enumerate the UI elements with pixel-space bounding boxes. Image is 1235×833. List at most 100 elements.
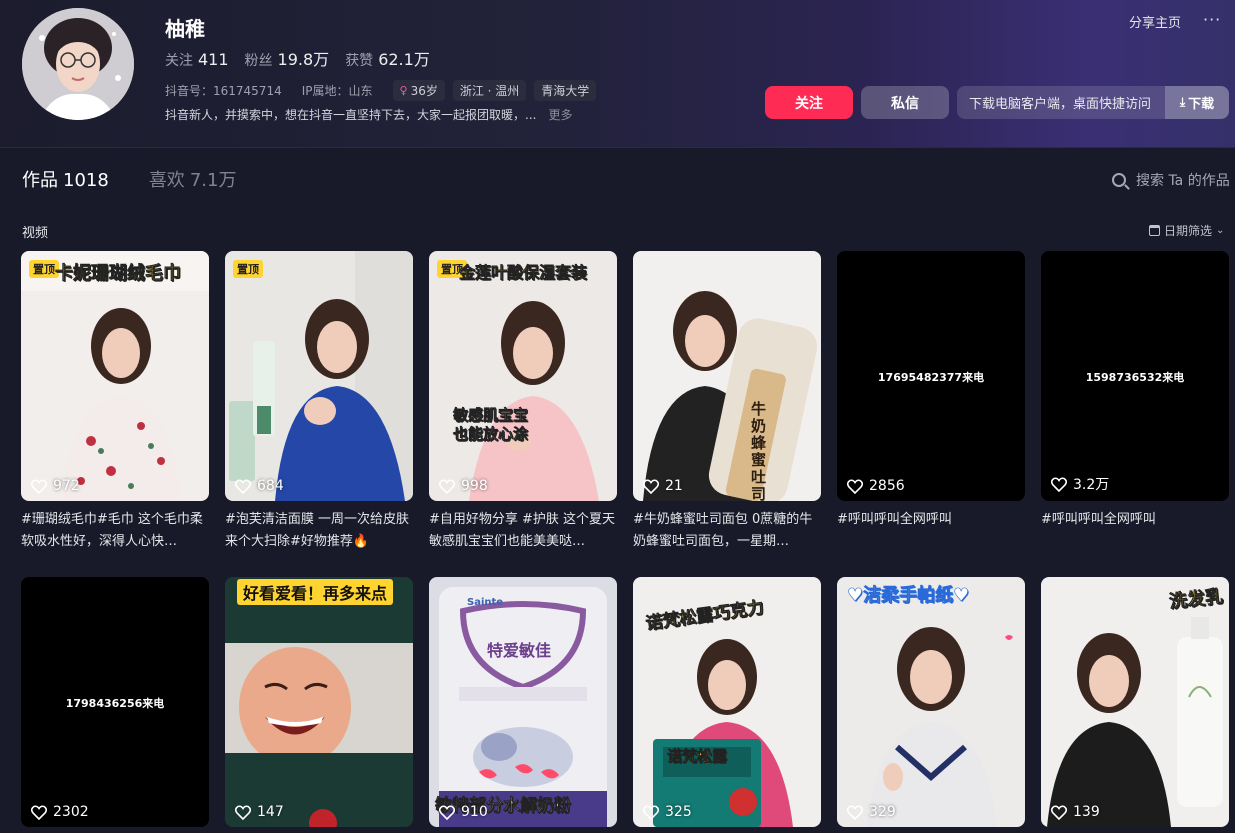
download-button[interactable]: ⤓ 下载 [1165,86,1229,119]
video-card[interactable]: 置顶 金莲叶酸保湿套装 敏感肌宝宝 也能放心涂 998 #自用好物分享 #护肤 … [429,251,617,577]
video-thumbnail[interactable]: ♥洁柔手帕纸♥ 329 [837,577,1025,827]
tab-likes[interactable]: 喜欢 7.1万 [149,166,237,192]
download-client-banner: 下载电脑客户端，桌面快捷访问 ⤓ 下载 [957,86,1229,119]
video-thumbnail[interactable]: 1798436256来电 2302 [21,577,209,827]
tab-works[interactable]: 作品 1018 [22,166,109,192]
like-count-value: 139 [1073,804,1100,820]
video-card[interactable]: 诺梵松露巧克力 诺梵松露 325 [633,577,821,827]
stat-followers[interactable]: 粉丝 19.8万 [245,46,330,70]
video-banner-text: 卡妮珊瑚绒毛巾 [55,263,182,285]
tag-age: ♀ 36岁 [392,80,445,101]
video-thumbnail[interactable]: 置顶 684 [225,251,413,501]
profile-bio: 抖音新人，并摸索中，想在抖音一直坚持下去，大家一起报团取暖，... 更多 [165,106,572,123]
like-count: 972 [31,478,80,494]
video-card[interactable]: 置顶 684 #泡芙清洁面膜 一周一次给皮肤来个大扫除#好物推荐🔥 [225,251,413,577]
video-card[interactable]: 好看爱看！再多来点 147 [225,577,413,827]
brand-label: Sainte [467,597,504,608]
video-thumbnail[interactable]: 17695482377来电 2856 [837,251,1025,501]
heart-icon [1051,476,1067,492]
like-count-value: 910 [461,804,488,820]
video-thumbnail[interactable]: 诺梵松露巧克力 诺梵松露 325 [633,577,821,827]
avatar[interactable] [22,8,134,120]
video-card[interactable]: 1598736532来电 3.2万 #呼叫呼叫全网呼叫 [1041,251,1229,577]
video-banner-text: 好看爱看！再多来点 [237,579,394,605]
video-thumbnail[interactable]: 置顶 卡妮珊瑚绒毛巾 972 [21,251,209,501]
female-icon: ♀ [399,84,408,97]
download-label: 下载 [1188,97,1215,112]
like-count: 325 [643,804,692,820]
video-overlay-text: 敏感肌宝宝 也能放心涂 [453,406,529,444]
share-home-button[interactable]: 分享主页 [1129,12,1181,31]
like-count-value: 3.2万 [1073,477,1110,493]
stat-value: 411 [198,50,229,69]
video-card[interactable]: ♥洁柔手帕纸♥ 329 [837,577,1025,827]
video-grid: 置顶 卡妮珊瑚绒毛巾 972 #珊瑚绒毛巾#毛巾 这个毛巾柔软吸水性好，深得人心… [21,251,1229,827]
video-caption[interactable]: #泡芙清洁面膜 一周一次给皮肤来个大扫除#好物推荐🔥 [225,509,413,577]
heart-icon [847,804,863,820]
search-icon [1112,173,1126,187]
follow-button[interactable]: 关注 [765,86,853,119]
stat-label: 获赞 [345,53,374,69]
stat-value: 62.1万 [378,50,430,69]
video-banner-text: ♥洁柔手帕纸♥ [847,585,970,607]
video-caption[interactable]: #自用好物分享 #护肤 这个夏天敏感肌宝宝们也能美美哒… [429,509,617,577]
video-overlay-text: 牛奶蜂蜜吐司 [751,400,767,502]
video-thumbnail[interactable]: 1598736532来电 3.2万 [1041,251,1229,501]
video-card[interactable]: 牛奶蜂蜜吐司 21 #牛奶蜂蜜吐司面包 0蔗糖的牛奶蜂蜜吐司面包，一星期… [633,251,821,577]
video-thumbnail[interactable]: Sainte 特爱敏佳 敏特部分水解奶粉 910 [429,577,617,827]
date-filter-dropdown[interactable]: 日期筛选 ⌄ [1149,222,1224,239]
video-caption[interactable]: #珊瑚绒毛巾#毛巾 这个毛巾柔软吸水性好，深得人心快… [21,509,209,577]
profile-name: 柚稚 [165,17,205,41]
profile-stats: 关注 411 粉丝 19.8万 获赞 62.1万 [165,46,430,70]
video-center-text: 1598736532来电 [1085,371,1185,384]
tab-count: 7.1万 [189,170,237,191]
tab-label: 作品 [22,170,58,191]
video-overlay-text: 诺梵松露 [667,747,728,766]
heart-icon [235,804,251,820]
heart-icon [643,804,659,820]
profile-meta: 抖音号：161745714 IP属地：山东 ♀ 36岁 浙江 · 温州 青海大学 [165,80,597,101]
calendar-icon [1149,225,1160,236]
stat-following[interactable]: 关注 411 [165,50,229,70]
heart-icon [31,804,47,820]
date-filter-label: 日期筛选 [1164,224,1213,238]
pinned-badge: 置顶 [233,260,263,278]
like-count-value: 325 [665,804,692,820]
tag-label: 36岁 [410,84,438,98]
heart-icon [643,478,659,494]
download-text: 下载电脑客户端，桌面快捷访问 [969,97,1152,112]
video-thumbnail[interactable]: 好看爱看！再多来点 147 [225,577,413,827]
message-button[interactable]: 私信 [861,86,949,119]
like-count: 998 [439,478,488,494]
content-tabs: 作品 1018 喜欢 7.1万 [22,166,236,192]
search-works-label: 搜索 Ta 的作品 [1136,173,1230,189]
video-thumbnail[interactable]: 置顶 金莲叶酸保湿套装 敏感肌宝宝 也能放心涂 998 [429,251,617,501]
heart-icon [31,478,47,494]
video-card[interactable]: 17695482377来电 2856 #呼叫呼叫全网呼叫 [837,251,1025,577]
stat-label: 粉丝 [244,53,273,69]
video-caption[interactable]: #牛奶蜂蜜吐司面包 0蔗糖的牛奶蜂蜜吐司面包，一星期… [633,509,821,577]
like-count-value: 684 [257,478,284,494]
video-thumbnail[interactable]: 洗发乳 139 [1041,577,1229,827]
like-count-value: 2856 [869,478,905,494]
video-card[interactable]: 1798436256来电 2302 [21,577,209,827]
tag-location: 浙江 · 温州 [452,80,527,101]
douyin-id: 抖音号：161745714 [165,84,282,98]
video-card[interactable]: Sainte 特爱敏佳 敏特部分水解奶粉 910 [429,577,617,827]
video-card[interactable]: 洗发乳 139 [1041,577,1229,827]
video-caption[interactable]: #呼叫呼叫全网呼叫 [837,509,1025,577]
heart-icon [439,478,455,494]
like-count-value: 998 [461,478,488,494]
video-card[interactable]: 置顶 卡妮珊瑚绒毛巾 972 #珊瑚绒毛巾#毛巾 这个毛巾柔软吸水性好，深得人心… [21,251,209,577]
more-options-icon[interactable]: ··· [1203,10,1221,29]
stat-likes: 获赞 62.1万 [345,46,430,70]
bio-more-link[interactable]: 更多 [548,106,572,123]
chevron-down-icon: ⌄ [1216,225,1225,236]
like-count-value: 21 [665,478,683,494]
video-thumbnail[interactable]: 牛奶蜂蜜吐司 21 [633,251,821,501]
search-works-input[interactable]: 搜索 Ta 的作品 [1112,170,1230,190]
video-center-text: 17695482377来电 [877,371,985,384]
tab-label: 喜欢 [148,170,185,191]
like-count: 147 [235,804,284,820]
video-caption[interactable]: #呼叫呼叫全网呼叫 [1041,509,1229,577]
